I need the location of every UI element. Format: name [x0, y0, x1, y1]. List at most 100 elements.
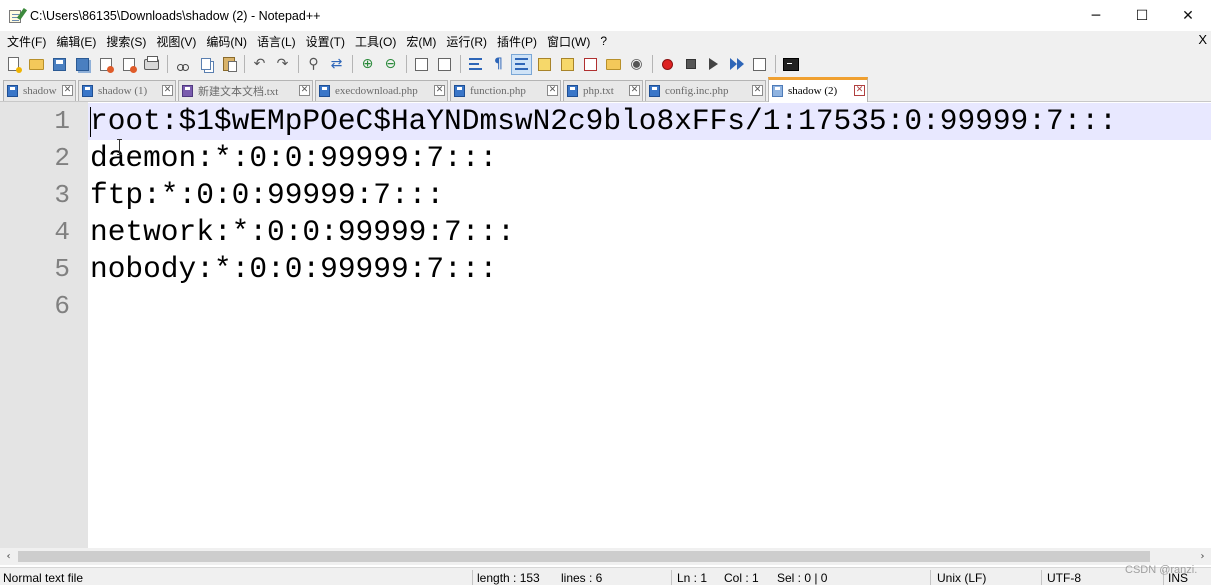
zoom-in-icon[interactable]: ⊕ [358, 55, 377, 74]
status-file-type: Normal text file [3, 571, 84, 585]
status-encoding[interactable]: UTF-8 [1047, 571, 1081, 585]
menu-search[interactable]: 搜索(S) [101, 33, 151, 50]
tab-execdownload-php[interactable]: execdownload.php ✕ [315, 80, 448, 101]
menu-edit[interactable]: 编辑(E) [51, 33, 101, 50]
cut-icon[interactable] [173, 55, 192, 74]
sync-vertical-icon[interactable] [412, 55, 431, 74]
new-file-icon[interactable] [4, 55, 23, 74]
editor[interactable]: 1 2 3 4 5 6 root:$1$wEMpPOeC$HaYNDmswN2c… [0, 102, 1211, 548]
line-number: 4 [54, 217, 70, 247]
sync-horizontal-icon[interactable] [435, 55, 454, 74]
code-line[interactable]: root:$1$wEMpPOeC$HaYNDmswN2c9blo8xFFs/1:… [90, 103, 1117, 140]
menu-help[interactable]: ? [595, 34, 612, 48]
find-icon[interactable]: ⚲ [304, 55, 323, 74]
user-language-icon[interactable] [535, 55, 554, 74]
paste-icon[interactable] [219, 55, 238, 74]
tab-close-icon[interactable]: ✕ [434, 85, 445, 96]
file-saved-icon [567, 85, 578, 97]
run-macro-multiple-icon[interactable] [727, 55, 746, 74]
status-length: length : 153 [477, 571, 540, 585]
scrollbar-thumb[interactable] [18, 551, 1150, 562]
tab-shadow[interactable]: shadow ✕ [3, 80, 76, 101]
copy-icon[interactable] [196, 55, 215, 74]
close-button[interactable]: ✕ [1165, 0, 1211, 31]
console-icon[interactable] [781, 55, 800, 74]
zoom-out-icon[interactable]: ⊖ [381, 55, 400, 74]
save-icon[interactable] [50, 55, 69, 74]
code-line[interactable]: ftp:*:0:0:99999:7::: [90, 177, 444, 214]
status-ln: Ln : 1 [677, 571, 708, 585]
line-number: 1 [54, 106, 70, 136]
play-macro-icon[interactable] [704, 55, 723, 74]
tab-shadow-1[interactable]: shadow (1) ✕ [78, 80, 176, 101]
record-macro-icon[interactable] [658, 55, 677, 74]
function-list-icon[interactable] [581, 55, 600, 74]
close-document-button[interactable]: X [1198, 32, 1207, 47]
line-number-gutter: 1 2 3 4 5 6 [0, 102, 88, 548]
folder-workspace-icon[interactable] [604, 55, 623, 74]
line-number: 3 [54, 180, 70, 210]
tab-close-icon[interactable]: ✕ [299, 85, 310, 96]
undo-icon[interactable]: ↶ [250, 55, 269, 74]
horizontal-scrollbar[interactable]: ‹ › [0, 548, 1211, 565]
tab-new-text-document[interactable]: 新建文本文档.txt ✕ [178, 80, 313, 101]
document-tab-bar: shadow ✕ shadow (1) ✕ 新建文本文档.txt ✕ execd… [0, 77, 1211, 102]
tab-label: 新建文本文档.txt [198, 86, 279, 98]
status-col: Col : 1 [724, 571, 759, 585]
line-number: 2 [54, 143, 70, 173]
monitoring-icon[interactable]: ◉ [627, 55, 646, 74]
menu-tools[interactable]: 工具(O) [350, 33, 401, 50]
indent-guide-icon[interactable] [511, 53, 532, 75]
status-lines: lines : 6 [561, 571, 603, 585]
toolbar-separator [460, 55, 461, 73]
replace-icon[interactable]: ⇄ [327, 55, 346, 74]
toolbar-separator [298, 55, 299, 73]
menu-macro[interactable]: 宏(M) [401, 33, 441, 50]
menu-view[interactable]: 视图(V) [151, 33, 201, 50]
code-line[interactable]: nobody:*:0:0:99999:7::: [90, 251, 497, 288]
menu-file[interactable]: 文件(F) [2, 33, 51, 50]
menu-encoding[interactable]: 编码(N) [201, 33, 252, 50]
maximize-button[interactable]: ☐ [1119, 0, 1165, 31]
tab-php-txt[interactable]: php.txt ✕ [563, 80, 643, 101]
menu-window[interactable]: 窗口(W) [542, 33, 595, 50]
tab-close-icon[interactable]: ✕ [162, 85, 173, 96]
close-all-icon[interactable] [119, 55, 138, 74]
tab-close-icon[interactable]: ✕ [854, 85, 865, 96]
toolbar: ↶ ↷ ⚲ ⇄ ⊕ ⊖ ¶ ◉ [0, 51, 1211, 77]
tab-shadow-2[interactable]: shadow (2) ✕ [768, 77, 868, 102]
word-wrap-icon[interactable] [466, 55, 485, 74]
file-purple-icon [182, 85, 193, 97]
save-macro-icon[interactable] [750, 55, 769, 74]
tab-close-icon[interactable]: ✕ [629, 85, 640, 96]
file-saved-icon [7, 85, 18, 97]
scroll-left-icon[interactable]: ‹ [0, 548, 17, 565]
menu-plugins[interactable]: 插件(P) [492, 33, 542, 50]
menu-bar: 文件(F) 编辑(E) 搜索(S) 视图(V) 编码(N) 语言(L) 设置(T… [0, 31, 1211, 51]
menu-language[interactable]: 语言(L) [252, 33, 301, 50]
stop-record-icon[interactable] [681, 55, 700, 74]
scroll-right-icon[interactable]: › [1194, 548, 1211, 565]
text-area[interactable]: root:$1$wEMpPOeC$HaYNDmswN2c9blo8xFFs/1:… [88, 102, 1211, 548]
open-file-icon[interactable] [27, 55, 46, 74]
line-number: 6 [54, 291, 70, 321]
redo-icon[interactable]: ↷ [273, 55, 292, 74]
notepad-plus-plus-icon [8, 7, 28, 24]
minimize-button[interactable]: ─ [1073, 0, 1119, 31]
tab-function-php[interactable]: function.php ✕ [450, 80, 561, 101]
show-all-chars-icon[interactable]: ¶ [489, 55, 508, 74]
code-line[interactable]: daemon:*:0:0:99999:7::: [90, 140, 497, 177]
tab-config-inc-php[interactable]: config.inc.php ✕ [645, 80, 766, 101]
tab-close-icon[interactable]: ✕ [547, 85, 558, 96]
print-icon[interactable] [142, 55, 161, 74]
code-line[interactable]: network:*:0:0:99999:7::: [90, 214, 515, 251]
close-icon[interactable] [96, 55, 115, 74]
menu-run[interactable]: 运行(R) [441, 33, 492, 50]
status-eol[interactable]: Unix (LF) [937, 571, 986, 585]
save-all-icon[interactable] [73, 55, 92, 74]
file-light-icon [772, 85, 783, 97]
tab-close-icon[interactable]: ✕ [62, 85, 73, 96]
doc-map-icon[interactable] [558, 55, 577, 74]
menu-settings[interactable]: 设置(T) [301, 33, 350, 50]
tab-close-icon[interactable]: ✕ [752, 85, 763, 96]
